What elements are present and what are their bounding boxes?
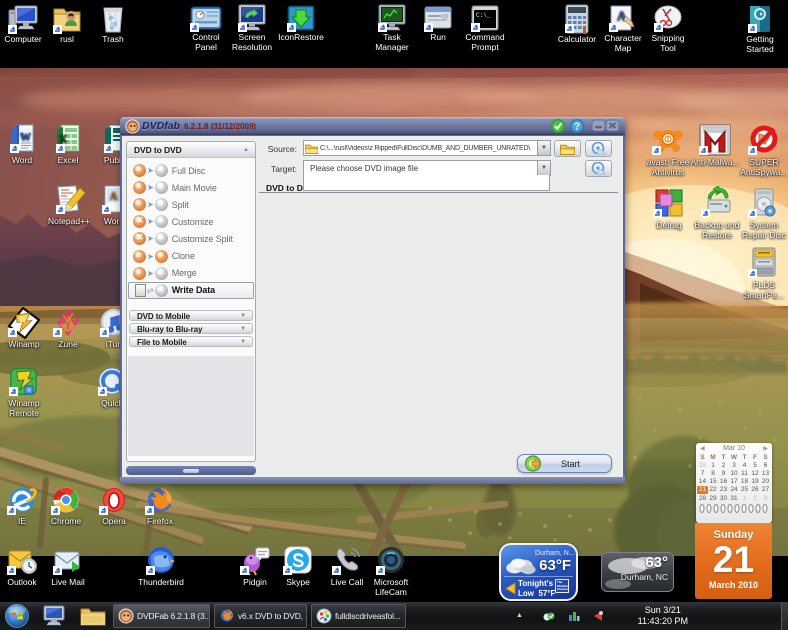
svg-text:C:\_: C:\_ [476, 12, 491, 19]
svg-text:?: ? [574, 122, 580, 133]
svg-text:W: W [20, 131, 31, 143]
svg-text:A: A [110, 191, 118, 202]
svg-text:X: X [59, 133, 67, 145]
